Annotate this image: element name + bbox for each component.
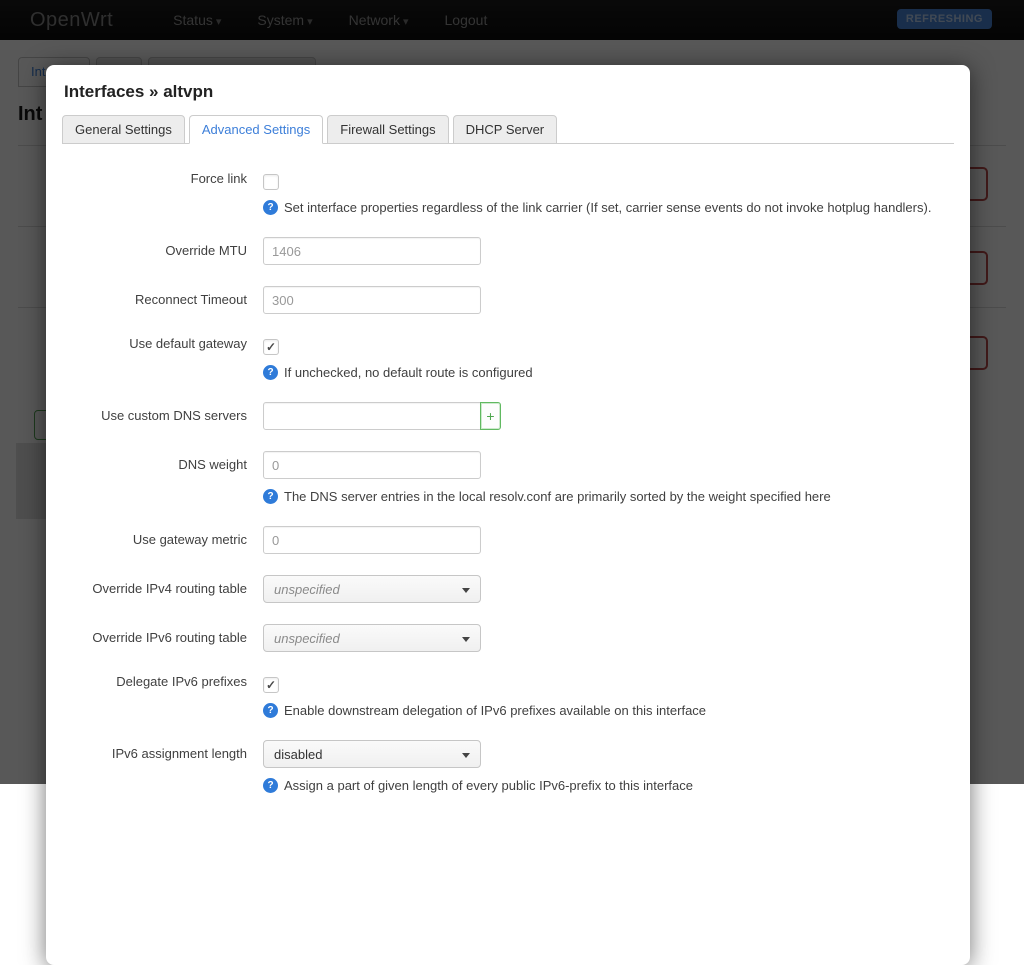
help-icon: ? [263, 365, 278, 380]
interface-settings-modal: Interfaces » altvpn General SettingsAdva… [46, 65, 970, 965]
field-row-use-gateway-metric: Use gateway metric [62, 526, 954, 554]
help-text: Enable downstream delegation of IPv6 pre… [284, 702, 706, 719]
field-label-force-link: Force link [62, 170, 247, 186]
field-control: + [263, 402, 501, 430]
field-label-reconnect-timeout: Reconnect Timeout [62, 286, 247, 307]
tab-dhcp-server[interactable]: DHCP Server [453, 115, 558, 144]
field-row-dns-weight: DNS weight? The DNS server entries in the… [62, 451, 954, 505]
help-text: Set interface properties regardless of t… [284, 199, 931, 216]
delegate-ipv6-prefixes-checkbox[interactable]: ✓ [263, 677, 279, 693]
modal-title: Interfaces » altvpn [64, 82, 954, 102]
field-help-text: ? Set interface properties regardless of … [263, 199, 931, 216]
help-text: The DNS server entries in the local reso… [284, 488, 831, 505]
dropdown-selected-value: disabled [274, 747, 322, 762]
help-icon: ? [263, 703, 278, 718]
field-row-reconnect-timeout: Reconnect Timeout [62, 286, 954, 314]
field-help-text: ? The DNS server entries in the local res… [263, 488, 831, 505]
tab-advanced-settings[interactable]: Advanced Settings [189, 115, 323, 144]
dropdown-selected-value: unspecified [274, 582, 340, 597]
chevron-down-icon [462, 753, 470, 758]
field-control [263, 286, 481, 314]
field-label-use-custom-dns-servers: Use custom DNS servers [62, 402, 247, 423]
ipv6-assignment-length-dropdown[interactable]: disabled [263, 740, 481, 768]
field-label-delegate-ipv6-prefixes: Delegate IPv6 prefixes [62, 673, 247, 689]
help-icon: ? [263, 489, 278, 504]
field-row-ipv6-assignment-length: IPv6 assignment length disabled? Assign a … [62, 740, 954, 794]
field-help-text: ? Assign a part of given length of every … [263, 777, 693, 794]
field-row-delegate-ipv6-prefixes: Delegate IPv6 prefixes ✓? Enable downstrea… [62, 673, 954, 719]
field-control [263, 237, 481, 265]
help-icon: ? [263, 778, 278, 793]
field-control: ? The DNS server entries in the local res… [263, 451, 831, 505]
field-label-dns-weight: DNS weight [62, 451, 247, 472]
override-ipv4-routing-table-dropdown[interactable]: unspecified [263, 575, 481, 603]
use-custom-dns-servers-input[interactable] [263, 402, 481, 430]
chevron-down-icon [462, 588, 470, 593]
force-link-checkbox[interactable] [263, 174, 279, 190]
use-default-gateway-checkbox[interactable]: ✓ [263, 339, 279, 355]
modal-tabbar: General SettingsAdvanced SettingsFirewal… [62, 115, 954, 144]
input-with-add: + [263, 402, 501, 430]
override-ipv6-routing-table-dropdown[interactable]: unspecified [263, 624, 481, 652]
override-mtu-input[interactable] [263, 237, 481, 265]
field-row-force-link: Force link? Set interface properties rega… [62, 170, 954, 216]
field-control: ✓? If unchecked, no default route is conf… [263, 335, 533, 381]
field-control: disabled? Assign a part of given length o… [263, 740, 693, 794]
reconnect-timeout-input[interactable] [263, 286, 481, 314]
field-control: unspecified [263, 575, 481, 603]
field-label-use-gateway-metric: Use gateway metric [62, 526, 247, 547]
use-gateway-metric-input[interactable] [263, 526, 481, 554]
field-control: ✓? Enable downstream delegation of IPv6 p… [263, 673, 706, 719]
field-label-use-default-gateway: Use default gateway [62, 335, 247, 351]
field-row-override-mtu: Override MTU [62, 237, 954, 265]
field-help-text: ? If unchecked, no default route is confi… [263, 364, 533, 381]
help-text: Assign a part of given length of every p… [284, 777, 693, 794]
field-label-override-ipv4-routing-table: Override IPv4 routing table [62, 575, 247, 596]
add-entry-button[interactable]: + [480, 402, 501, 430]
field-row-use-default-gateway: Use default gateway ✓? If unchecked, no de… [62, 335, 954, 381]
chevron-down-icon [462, 637, 470, 642]
field-label-override-mtu: Override MTU [62, 237, 247, 258]
field-row-override-ipv6-routing-table: Override IPv6 routing table unspecified [62, 624, 954, 652]
field-row-use-custom-dns-servers: Use custom DNS servers + [62, 402, 954, 430]
help-icon: ? [263, 200, 278, 215]
dropdown-selected-value: unspecified [274, 631, 340, 646]
field-control [263, 526, 481, 554]
field-row-override-ipv4-routing-table: Override IPv4 routing table unspecified [62, 575, 954, 603]
field-help-text: ? Enable downstream delegation of IPv6 pr… [263, 702, 706, 719]
field-control: unspecified [263, 624, 481, 652]
dns-weight-input[interactable] [263, 451, 481, 479]
help-text: If unchecked, no default route is config… [284, 364, 533, 381]
settings-form: Force link? Set interface properties rega… [62, 170, 954, 794]
field-label-ipv6-assignment-length: IPv6 assignment length [62, 740, 247, 761]
tab-firewall-settings[interactable]: Firewall Settings [327, 115, 448, 144]
field-control: ? Set interface properties regardless of … [263, 170, 931, 216]
field-label-override-ipv6-routing-table: Override IPv6 routing table [62, 624, 247, 645]
tab-general-settings[interactable]: General Settings [62, 115, 185, 144]
